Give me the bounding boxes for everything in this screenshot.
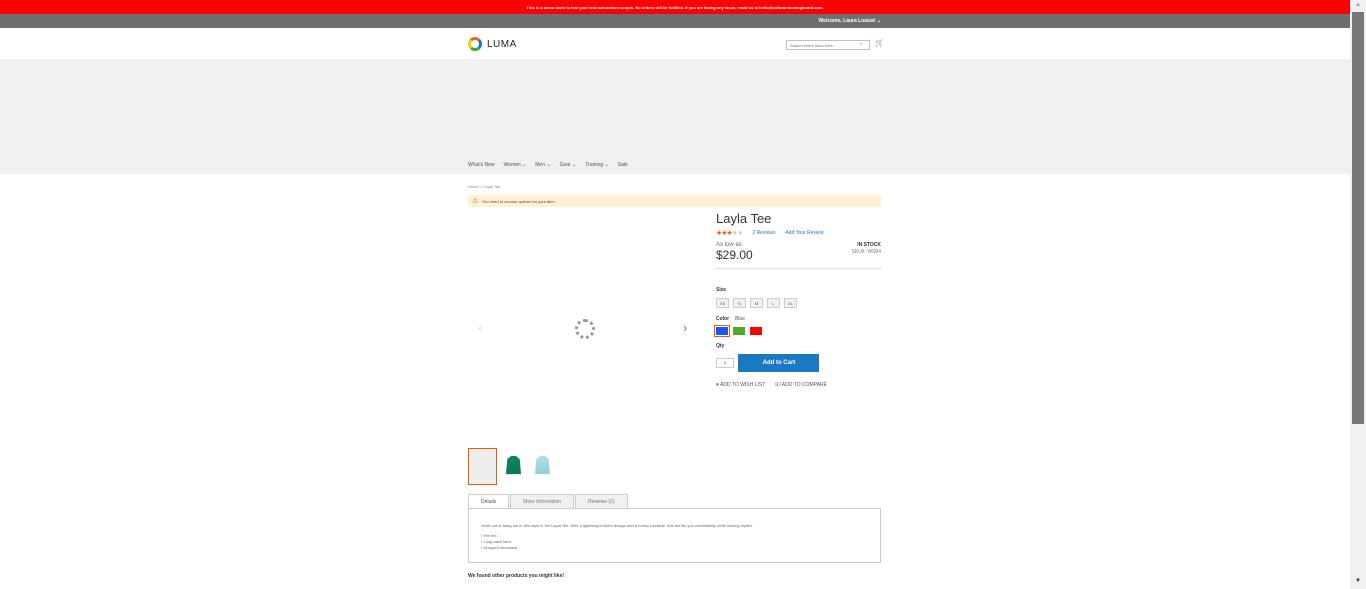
qty-input[interactable] <box>716 357 734 368</box>
gallery-next-icon[interactable]: › <box>683 320 687 335</box>
feature-item: • Dropped shoulders. <box>481 545 519 550</box>
feature-item: • Long back hem. <box>481 539 512 544</box>
breadcrumb-separator: > <box>479 184 483 189</box>
color-label: Color <box>716 316 730 322</box>
nav-training[interactable]: Training ⌄ <box>585 162 608 168</box>
search-icon[interactable]: ⌕ <box>860 41 863 47</box>
compare-link[interactable]: ılı Add to Compare <box>775 382 827 388</box>
breadcrumb: Home > Layla Tee <box>468 184 500 189</box>
color-red[interactable] <box>750 327 762 335</box>
color-options <box>714 325 881 337</box>
wish-list-link[interactable]: ♥ Add to Wish List <box>716 382 765 388</box>
size-label: Size <box>716 287 727 293</box>
product-features: • Tee tee. • Long back hem. • Dropped sh… <box>481 533 868 550</box>
warning-text: You need to choose options for your item… <box>482 198 556 204</box>
warning-icon: ⚠ <box>472 198 479 205</box>
heart-icon: ♥ <box>716 382 719 388</box>
scroll-up-icon[interactable]: ▲ <box>1355 2 1361 8</box>
nav-whats-new[interactable]: What's New <box>468 162 495 168</box>
details-content: Work out or hang out in this style in th… <box>468 508 881 563</box>
reviews-link[interactable]: 2 Reviews <box>752 230 775 236</box>
top-bar: Welcome, Laura Loaiza! ⌄ <box>0 14 1350 28</box>
breadcrumb-current: Layla Tee <box>483 184 501 189</box>
nav-gear[interactable]: Gear ⌄ <box>560 162 577 168</box>
product-info: Layla Tee ★★★★★ 2 Reviews Add Your Revie… <box>714 211 881 388</box>
size-s[interactable]: S <box>733 298 746 308</box>
cart-icon[interactable]: 🛒 <box>875 39 884 47</box>
selected-color: Blue <box>735 316 746 322</box>
qty-label: Qty <box>716 343 725 349</box>
thumbnail-blue-tee[interactable] <box>535 455 550 475</box>
scroll-down-icon[interactable]: ▼ <box>1355 578 1361 584</box>
add-to-cart-button[interactable]: Add to Cart <box>738 354 820 372</box>
luma-logo[interactable]: LUMA <box>468 37 517 51</box>
feature-item: • Tee tee. <box>481 533 498 538</box>
color-heading: Color Blue <box>716 316 881 322</box>
size-m[interactable]: M <box>750 298 763 308</box>
size-l[interactable]: L <box>767 298 780 308</box>
thumbnail-active[interactable] <box>468 448 497 485</box>
size-xs[interactable]: XS <box>716 298 729 308</box>
stock-status: IN STOCK <box>857 242 881 248</box>
site-header: LUMA ⌕ 🛒 <box>0 28 1350 59</box>
tab-details[interactable]: Details <box>468 494 510 508</box>
main-navigation: What's New Women ⌄ Men ⌄ Gear ⌄ Training… <box>468 162 637 168</box>
product-title: Layla Tee <box>716 211 772 226</box>
navigation-area: What's New Women ⌄ Men ⌄ Gear ⌄ Training… <box>0 59 1350 174</box>
product-description: Work out or hang out in this style in th… <box>481 523 753 528</box>
nav-men[interactable]: Men ⌄ <box>535 162 550 168</box>
tab-reviews[interactable]: Reviews (2) <box>575 494 628 508</box>
scrollbar-thumb[interactable] <box>1352 12 1364 424</box>
color-blue[interactable] <box>714 325 730 337</box>
nav-women[interactable]: Women ⌄ <box>504 162 527 168</box>
compare-icon: ılı <box>775 382 781 388</box>
price-box: As low as $29.00 IN STOCK SKU#: WS04 <box>716 242 881 269</box>
thumbnail-green-tee[interactable] <box>506 455 521 475</box>
recommendations-heading: We found other products you might like! <box>468 573 565 579</box>
product-sku: SKU#: WS04 <box>851 249 881 255</box>
nav-sale[interactable]: Sale <box>618 162 628 168</box>
rating-stars-icon: ★★★★★ <box>716 230 743 237</box>
product-gallery: ‹ › <box>468 212 702 430</box>
size-xl[interactable]: XL <box>784 298 797 308</box>
welcome-menu[interactable]: Welcome, Laura Loaiza! ⌄ <box>819 18 881 24</box>
demo-store-banner: This is a demo store to test your test a… <box>0 0 1350 14</box>
logo-text: LUMA <box>487 38 517 50</box>
breadcrumb-home[interactable]: Home <box>468 184 479 189</box>
color-green[interactable] <box>733 327 745 335</box>
size-options: XS S M L XL <box>716 298 881 308</box>
product-rating: ★★★★★ 2 Reviews Add Your Review <box>716 229 881 237</box>
product-actions: ♥ Add to Wish List ılı Add to Compare <box>716 382 881 388</box>
loading-spinner-icon <box>575 319 595 339</box>
logo-icon <box>468 37 482 51</box>
gallery-previous-icon[interactable]: ‹ <box>478 320 482 335</box>
tab-more-information[interactable]: More Information <box>510 494 575 508</box>
product-tabs: Details More Information Reviews (2) <box>468 494 629 508</box>
option-warning-message: ⚠ You need to choose options for your it… <box>468 195 881 207</box>
add-review-link[interactable]: Add Your Review <box>785 230 823 236</box>
search-input[interactable] <box>786 40 870 50</box>
